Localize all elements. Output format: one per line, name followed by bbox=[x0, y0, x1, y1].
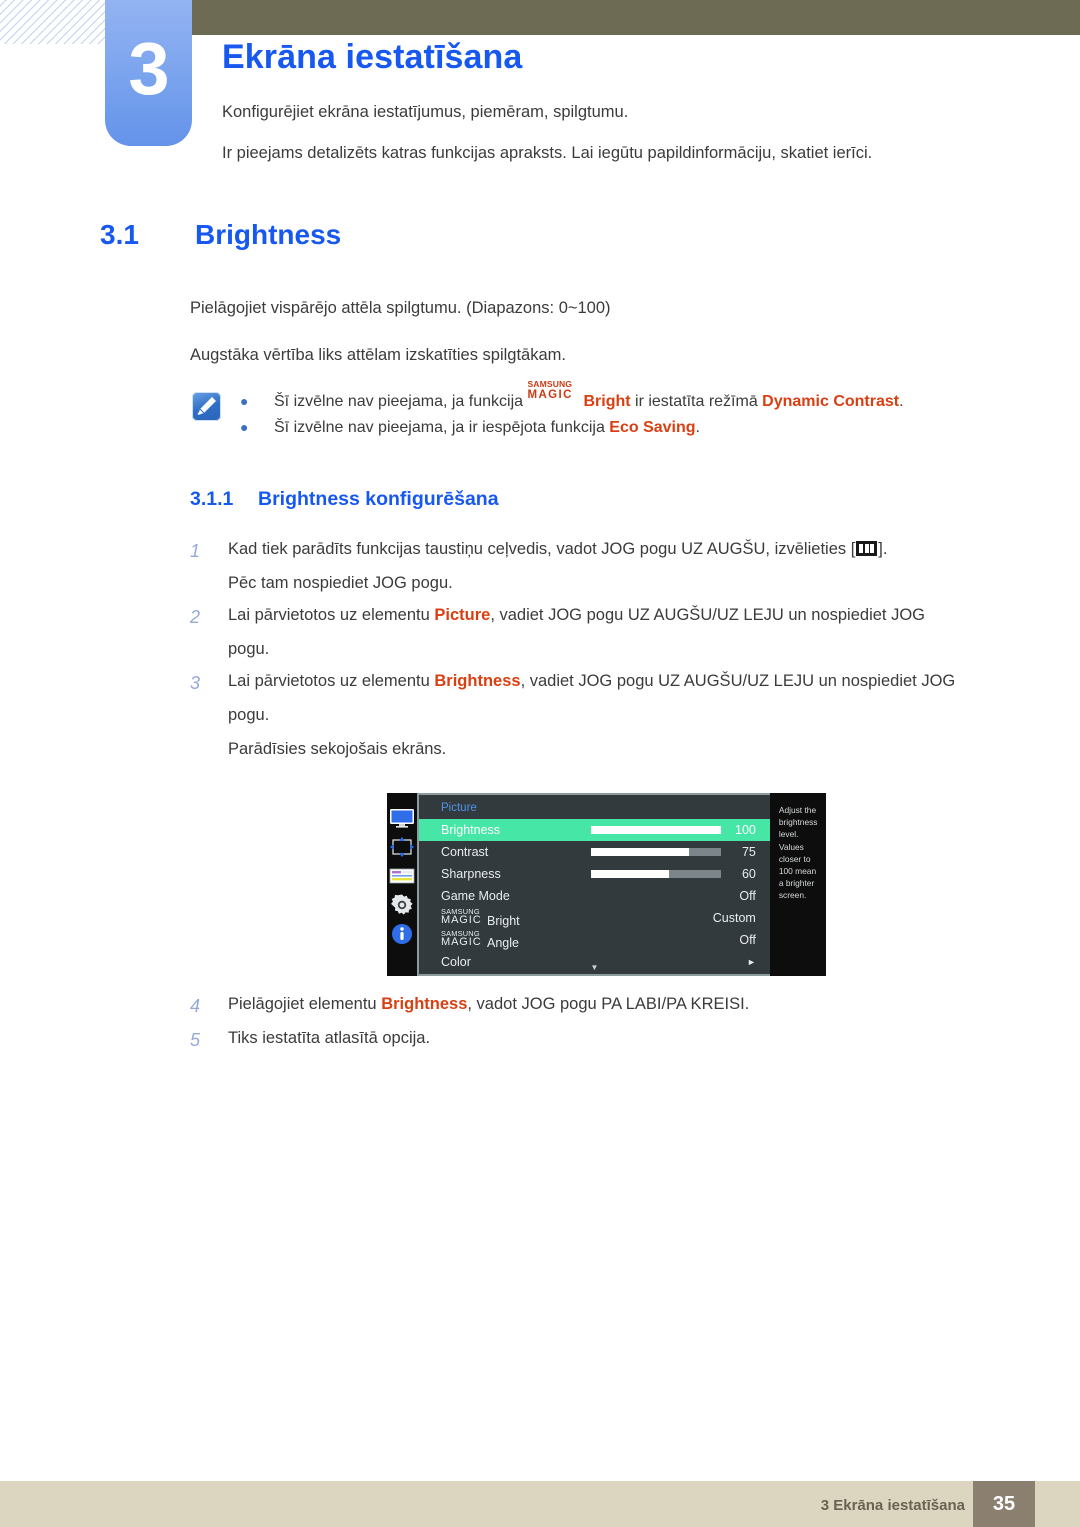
chevron-down-icon[interactable]: ▼ bbox=[419, 963, 770, 972]
osd-row-sharpness[interactable]: Sharpness 60 bbox=[419, 863, 770, 885]
osd-screenshot: Picture Brightness 100 Contrast 75 Sharp… bbox=[387, 793, 826, 976]
move-arrows-icon[interactable] bbox=[387, 836, 417, 858]
step-line: Kad tiek parādīts funkcijas taustiņu ceļ… bbox=[228, 540, 888, 558]
step-number: 2 bbox=[190, 606, 201, 627]
step-line: Lai pārvietotos uz elementu Brightness, … bbox=[228, 671, 956, 690]
monitor-icon[interactable] bbox=[387, 807, 417, 829]
subsection-title: Brightness konfigurēšana bbox=[258, 488, 499, 510]
footer-page-number: 35 bbox=[973, 1481, 1035, 1527]
osd-row-value: Custom bbox=[712, 911, 756, 925]
section-paragraph-1: Pielāgojiet vispārējo attēla spilgtumu. … bbox=[190, 299, 611, 317]
osd-row-game-mode[interactable]: Game Mode Off bbox=[419, 885, 770, 907]
osd-panel-icon[interactable] bbox=[387, 865, 417, 887]
subsection-heading: 3.1.1 Brightness konfigurēšana bbox=[190, 488, 499, 511]
osd-row-value: Off bbox=[739, 889, 756, 903]
section-paragraph-2: Augstāka vērtība liks attēlam izskatītie… bbox=[190, 346, 566, 364]
step-number: 4 bbox=[190, 996, 201, 1016]
osd-row-value: 60 bbox=[741, 867, 756, 881]
osd-row-label: Brightness bbox=[441, 823, 501, 837]
osd-slider-brightness[interactable] bbox=[591, 826, 721, 834]
osd-help-text: Adjust the brightness level. Values clos… bbox=[769, 793, 826, 976]
osd-slider-contrast[interactable] bbox=[591, 848, 721, 856]
step-body: Lai pārvietotos uz elementu Picture, vad… bbox=[228, 606, 1020, 668]
header-olive-bar bbox=[192, 0, 1080, 35]
gear-icon[interactable] bbox=[387, 894, 417, 916]
step-line: Lai pārvietotos uz elementu Picture, vad… bbox=[228, 605, 925, 624]
chapter-subtitle-1: Konfigurējiet ekrāna iestatījumus, piemē… bbox=[222, 103, 629, 121]
magicangle-logo: SAMSUNG MAGIC Angle bbox=[441, 929, 519, 950]
step-body: Lai pārvietotos uz elementu Brightness, … bbox=[228, 672, 1020, 768]
step-number: 5 bbox=[190, 1030, 201, 1050]
step-body: Kad tiek parādīts funkcijas taustiņu ceļ… bbox=[228, 540, 1020, 602]
note-bullet-2-text: Šī izvēlne nav pieejama, ja ir iespējota… bbox=[274, 419, 700, 436]
steps-list: 1 Kad tiek parādīts funkcijas taustiņu c… bbox=[190, 540, 1020, 772]
osd-row-label: Sharpness bbox=[441, 867, 501, 881]
chapter-subtitle-2: Ir pieejams detalizēts katras funkcijas … bbox=[222, 144, 873, 162]
osd-row-contrast[interactable]: Contrast 75 bbox=[419, 841, 770, 863]
osd-row-label: Contrast bbox=[441, 845, 489, 859]
chapter-number-tab: 3 bbox=[105, 0, 192, 146]
note-bullet-list: ● Šī izvēlne nav pieejama, ja funkcija S… bbox=[240, 379, 904, 445]
osd-row-magicbright[interactable]: SAMSUNG MAGIC Bright Custom bbox=[419, 907, 770, 929]
step-number: 1 bbox=[190, 541, 201, 561]
step-body: Tiks iestatīta atlasītā opcija. bbox=[228, 1029, 431, 1047]
section-heading: 3.1 Brightness bbox=[100, 219, 341, 251]
bullet-dot-icon: ● bbox=[240, 393, 249, 409]
step-item: 2 Lai pārvietotos uz elementu Picture, v… bbox=[190, 606, 1020, 668]
subsection-number: 3.1.1 bbox=[190, 488, 234, 510]
header-hatch-pattern bbox=[0, 0, 107, 44]
section-number: 3.1 bbox=[100, 219, 139, 250]
osd-row-value: 100 bbox=[735, 823, 756, 837]
osd-row-magicangle[interactable]: SAMSUNG MAGIC Angle Off bbox=[419, 929, 770, 951]
chapter-title: Ekrāna iestatīšana bbox=[222, 38, 523, 76]
chapter-number: 3 bbox=[128, 27, 169, 110]
osd-row-value: 75 bbox=[741, 845, 756, 859]
osd-row-label: Game Mode bbox=[441, 889, 510, 903]
step-item: 3 Lai pārvietotos uz elementu Brightness… bbox=[190, 672, 1020, 768]
step-line: pogu. bbox=[228, 705, 270, 724]
step-item: 5 Tiks iestatīta atlasītā opcija. bbox=[190, 1029, 1020, 1051]
step-item: 1 Kad tiek parādīts funkcijas taustiņu c… bbox=[190, 540, 1020, 602]
step-line: Parādīsies sekojošais ekrāns. bbox=[228, 739, 447, 758]
note-bullet-1-text: Šī izvēlne nav pieejama, ja funkcija SAM… bbox=[274, 379, 904, 410]
osd-menu-panel: Picture Brightness 100 Contrast 75 Sharp… bbox=[417, 793, 770, 976]
section-title: Brightness bbox=[195, 219, 342, 250]
info-icon[interactable] bbox=[387, 923, 417, 945]
step-line: Pēc tam nospiediet JOG pogu. bbox=[228, 573, 453, 592]
step-item: 4 Pielāgojiet elementu Brightness, vadot… bbox=[190, 995, 1020, 1017]
osd-menu-title: Picture bbox=[441, 802, 477, 814]
magicbright-logo: SAMSUNG MAGIC bbox=[527, 379, 573, 401]
step-number: 3 bbox=[190, 672, 201, 693]
bullet-dot-icon: ● bbox=[240, 419, 249, 435]
menu-icon bbox=[856, 541, 878, 556]
note-bullet-2: ● Šī izvēlne nav pieejama, ja ir iespējo… bbox=[240, 419, 904, 437]
note-pen-icon bbox=[192, 392, 221, 421]
osd-sidebar bbox=[387, 793, 417, 976]
magicbright-logo: SAMSUNG MAGIC Bright bbox=[441, 907, 520, 928]
osd-row-value: Off bbox=[739, 933, 756, 947]
note-bullet-1: ● Šī izvēlne nav pieejama, ja funkcija S… bbox=[240, 379, 904, 411]
osd-slider-sharpness[interactable] bbox=[591, 870, 721, 878]
step-body: Pielāgojiet elementu Brightness, vadot J… bbox=[228, 995, 750, 1013]
step-line: pogu. bbox=[228, 639, 270, 658]
osd-row-brightness[interactable]: Brightness 100 bbox=[419, 819, 770, 841]
footer-chapter-label: 3 Ekrāna iestatīšana bbox=[820, 1497, 965, 1514]
steps-list-continued: 4 Pielāgojiet elementu Brightness, vadot… bbox=[190, 995, 1020, 1063]
